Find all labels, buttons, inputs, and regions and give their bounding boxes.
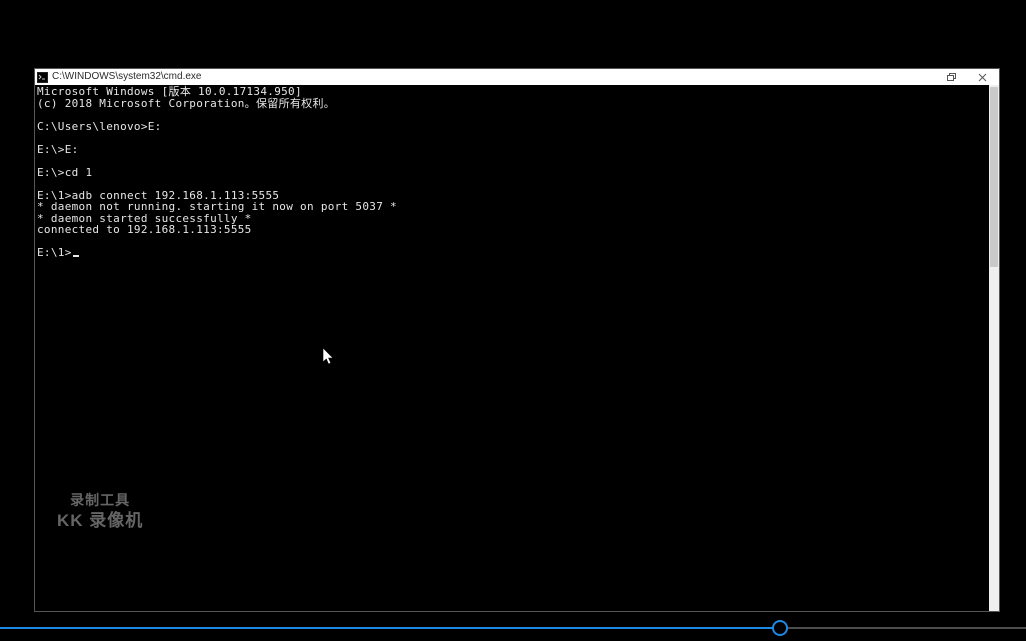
video-progress-filled — [0, 627, 780, 629]
titlebar[interactable]: C:\WINDOWS\system32\cmd.exe — [35, 69, 999, 85]
terminal-content[interactable]: Microsoft Windows [版本 10.0.17134.950] (c… — [35, 85, 989, 611]
text-cursor — [73, 255, 79, 257]
cmd-icon — [37, 72, 48, 83]
recorder-watermark: 录制工具 KK 录像机 — [57, 492, 143, 531]
restore-button[interactable] — [937, 69, 967, 85]
video-progress-track[interactable] — [0, 627, 1026, 629]
scrollbar-thumb[interactable] — [990, 87, 998, 267]
window-title: C:\WINDOWS\system32\cmd.exe — [52, 69, 201, 85]
watermark-line2: KK 录像机 — [57, 510, 143, 531]
terminal-area[interactable]: Microsoft Windows [版本 10.0.17134.950] (c… — [35, 85, 999, 611]
close-button[interactable] — [967, 69, 997, 85]
restore-icon — [947, 73, 957, 82]
vertical-scrollbar[interactable] — [989, 85, 999, 611]
cmd-window: C:\WINDOWS\system32\cmd.exe Microsoft Wi… — [34, 68, 1000, 612]
close-icon — [978, 73, 987, 82]
watermark-line1: 录制工具 — [57, 492, 143, 510]
video-progress-handle[interactable] — [772, 620, 788, 636]
